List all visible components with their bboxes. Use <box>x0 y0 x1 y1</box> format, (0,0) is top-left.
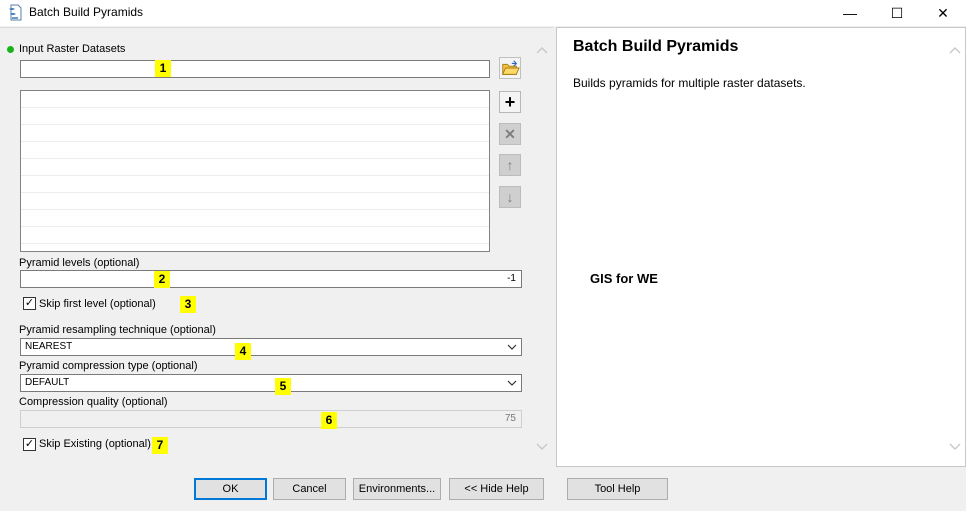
marker-7: 7 <box>152 437 168 454</box>
minimize-icon: — <box>843 5 857 21</box>
checkmark-icon: ✓ <box>24 297 35 309</box>
resampling-dropdown[interactable]: NEAREST <box>20 338 522 356</box>
close-button[interactable]: ✕ <box>920 0 966 26</box>
arrow-down-icon: ↓ <box>506 189 514 205</box>
chevron-down-icon <box>507 380 517 386</box>
resampling-label: Pyramid resampling technique (optional) <box>19 324 216 336</box>
close-icon: ✕ <box>937 4 949 21</box>
pyramid-levels-label: Pyramid levels (optional) <box>19 257 140 269</box>
list-row[interactable] <box>21 142 489 159</box>
open-folder-icon <box>502 60 520 75</box>
toolbox-script-icon <box>9 4 22 21</box>
scroll-down-icon[interactable] <box>948 439 962 453</box>
environments-button[interactable]: Environments... <box>353 478 441 500</box>
button-bar: OK Cancel Environments... << Hide Help T… <box>0 467 966 511</box>
scroll-up-icon[interactable] <box>948 44 962 58</box>
watermark-text: GIS for WE <box>590 271 658 286</box>
raster-list[interactable] <box>20 90 490 252</box>
marker-5: 5 <box>275 378 291 395</box>
ok-button[interactable]: OK <box>194 478 267 500</box>
marker-2: 2 <box>154 271 170 288</box>
parameters-pane: Input Raster Datasets 1 + ✕ ↑ ↓ Pyramid … <box>0 27 553 467</box>
help-title: Batch Build Pyramids <box>573 38 739 55</box>
tool-help-button[interactable]: Tool Help <box>567 478 668 500</box>
compression-quality-value: 75 <box>504 413 516 424</box>
list-row[interactable] <box>21 125 489 142</box>
minimize-button[interactable]: — <box>827 0 873 26</box>
list-row[interactable] <box>21 108 489 125</box>
marker-1: 1 <box>155 60 171 77</box>
move-up-button[interactable]: ↑ <box>499 154 521 176</box>
marker-4: 4 <box>235 343 251 360</box>
list-row[interactable] <box>21 193 489 210</box>
chevron-down-icon <box>507 344 517 350</box>
arrow-up-icon: ↑ <box>506 157 514 173</box>
move-down-button[interactable]: ↓ <box>499 186 521 208</box>
add-row-button[interactable]: + <box>499 91 521 113</box>
cancel-button[interactable]: Cancel <box>273 478 346 500</box>
scroll-down-icon[interactable] <box>535 439 549 453</box>
title-bar: Batch Build Pyramids — ☐ ✕ <box>0 0 966 26</box>
list-row[interactable] <box>21 159 489 176</box>
input-raster-label: Input Raster Datasets <box>19 43 126 55</box>
pyramid-levels-field[interactable]: -1 <box>20 270 522 288</box>
list-row[interactable] <box>21 176 489 193</box>
plus-icon: + <box>504 91 516 112</box>
list-row[interactable] <box>21 91 489 108</box>
remove-row-button[interactable]: ✕ <box>499 123 521 145</box>
remove-icon: ✕ <box>504 125 516 142</box>
help-description: Builds pyramids for multiple raster data… <box>573 76 806 90</box>
marker-6: 6 <box>321 412 337 429</box>
skip-existing-checkbox[interactable]: ✓ <box>23 438 36 451</box>
scroll-up-icon[interactable] <box>535 44 549 58</box>
compression-type-dropdown[interactable]: DEFAULT <box>20 374 522 392</box>
list-row[interactable] <box>21 210 489 227</box>
pyramid-levels-value: -1 <box>507 273 516 284</box>
browse-button[interactable] <box>499 57 521 79</box>
compression-quality-field[interactable]: 75 <box>20 410 522 428</box>
resampling-value: NEAREST <box>25 341 73 352</box>
compression-type-label: Pyramid compression type (optional) <box>19 360 198 372</box>
window-title: Batch Build Pyramids <box>29 5 144 19</box>
list-row[interactable] <box>21 227 489 244</box>
compression-type-value: DEFAULT <box>25 377 70 388</box>
hide-help-button[interactable]: << Hide Help <box>449 478 544 500</box>
skip-existing-label: Skip Existing (optional) <box>39 438 151 450</box>
required-indicator-icon <box>7 46 14 53</box>
compression-quality-label: Compression quality (optional) <box>19 396 168 408</box>
maximize-icon: ☐ <box>890 4 904 21</box>
skip-first-label: Skip first level (optional) <box>39 298 156 310</box>
maximize-button[interactable]: ☐ <box>874 0 920 26</box>
checkmark-icon: ✓ <box>24 438 35 450</box>
input-raster-field[interactable] <box>20 60 490 78</box>
marker-3: 3 <box>180 296 196 313</box>
skip-first-checkbox[interactable]: ✓ <box>23 297 36 310</box>
help-pane: Batch Build Pyramids Builds pyramids for… <box>556 27 966 467</box>
